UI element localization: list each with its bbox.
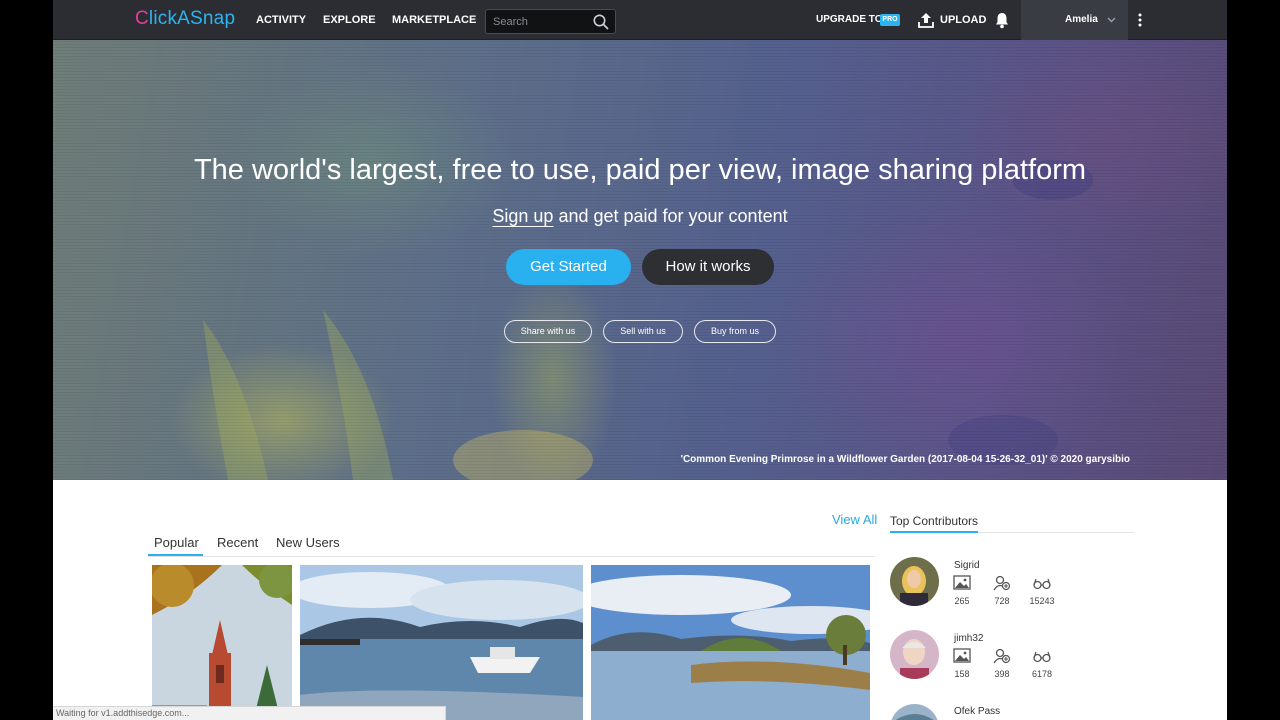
tab-popular[interactable]: Popular — [154, 535, 199, 550]
browser-status-bar: Waiting for v1.addthisedge.com... — [53, 706, 446, 720]
view-all-link[interactable]: View All — [832, 512, 877, 527]
browser-viewport: ClickASnap ACTIVITY EXPLORE MARKETPLACE … — [53, 0, 1227, 720]
search-input[interactable] — [493, 14, 588, 30]
upload-button[interactable]: UPLOAD — [940, 14, 986, 26]
image-icon — [953, 575, 971, 590]
photo-thumbnail[interactable] — [300, 565, 583, 720]
contributor-name[interactable]: jimh32 — [954, 633, 983, 644]
nav-marketplace[interactable]: MARKETPLACE — [392, 14, 476, 26]
follower-icon — [993, 648, 1011, 664]
hero-banner: The world's largest, free to use, paid p… — [53, 40, 1227, 480]
hero-subtitle: Sign up and get paid for your content — [492, 206, 788, 226]
user-menu[interactable]: Amelia — [1021, 0, 1128, 40]
search-box — [485, 9, 616, 34]
avatar[interactable] — [890, 630, 939, 679]
top-contributors-title: Top Contributors — [890, 514, 979, 528]
clickasnap-logo[interactable]: ClickASnap — [135, 8, 235, 30]
hero-title: The world's largest, free to use, paid p… — [193, 154, 1087, 186]
contributor-name[interactable]: Ofek Pass — [954, 706, 1000, 717]
contributors-tab-indicator — [890, 531, 978, 533]
followers-count: 398 — [994, 669, 1010, 679]
photo-thumbnail[interactable] — [152, 565, 292, 720]
followers-count: 728 — [994, 596, 1010, 606]
pro-badge[interactable]: PRO — [880, 14, 900, 26]
nav-activity[interactable]: ACTIVITY — [256, 14, 306, 26]
share-with-us-button[interactable]: Share with us — [504, 320, 592, 343]
nav-explore[interactable]: EXPLORE — [323, 14, 376, 26]
images-count: 158 — [954, 669, 970, 679]
active-tab-indicator — [148, 554, 203, 556]
top-navbar: ClickASnap ACTIVITY EXPLORE MARKETPLACE … — [53, 0, 1227, 40]
tab-new-users[interactable]: New Users — [276, 535, 340, 550]
get-started-button[interactable]: Get Started — [506, 249, 631, 285]
glasses-icon — [1033, 651, 1051, 663]
images-count: 265 — [954, 596, 970, 606]
search-icon[interactable] — [592, 13, 610, 31]
sell-with-us-button[interactable]: Sell with us — [603, 320, 683, 343]
views-count: 15243 — [1029, 596, 1055, 606]
glasses-icon — [1033, 578, 1051, 590]
hero-overlay — [53, 40, 1227, 480]
hero-image-caption: 'Common Evening Primrose in a Wildflower… — [680, 454, 1130, 465]
upload-icon[interactable] — [917, 11, 935, 29]
user-name: Amelia — [1065, 14, 1098, 25]
bell-icon[interactable] — [994, 12, 1010, 29]
chevron-down-icon — [1107, 17, 1116, 23]
more-options-icon[interactable] — [1137, 13, 1143, 27]
buy-from-us-button[interactable]: Buy from us — [694, 320, 776, 343]
views-count: 6178 — [1031, 669, 1053, 679]
sign-up-link[interactable]: Sign up — [492, 206, 553, 226]
photo-thumbnail[interactable] — [591, 565, 870, 720]
follower-icon — [993, 575, 1011, 591]
image-icon — [953, 648, 971, 663]
upgrade-link[interactable]: UPGRADE TO — [816, 14, 883, 25]
avatar[interactable] — [890, 557, 939, 606]
contributor-name[interactable]: Sigrid — [954, 560, 980, 571]
how-it-works-button[interactable]: How it works — [642, 249, 774, 285]
tabs-divider — [148, 556, 875, 557]
avatar[interactable] — [890, 704, 939, 720]
tab-recent[interactable]: Recent — [217, 535, 258, 550]
